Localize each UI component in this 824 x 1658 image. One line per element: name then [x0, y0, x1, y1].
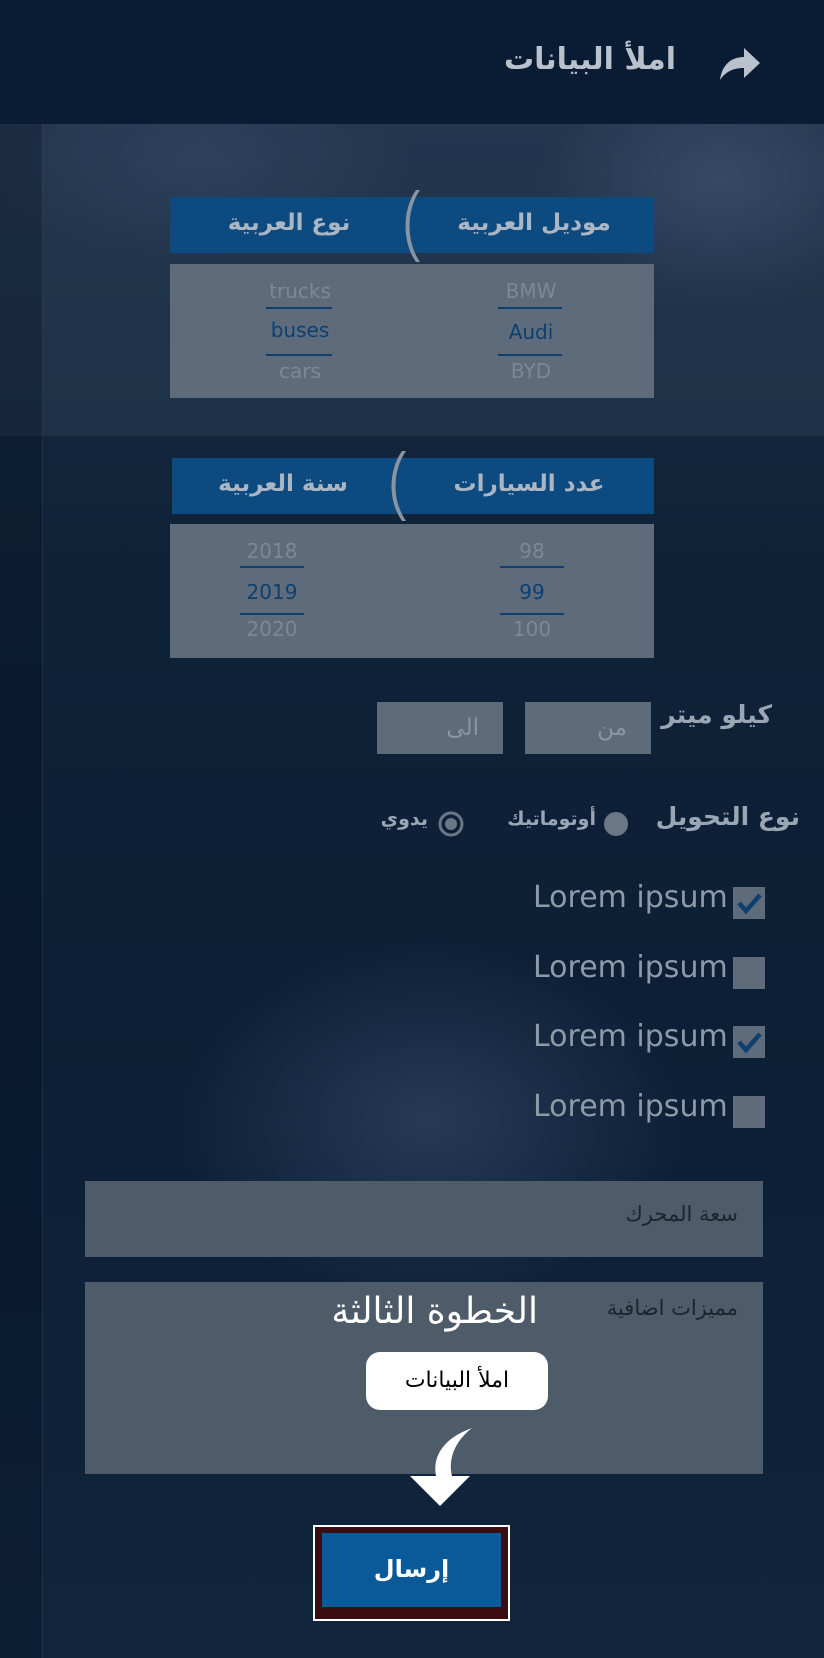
check-icon [737, 893, 762, 915]
divider-curve [405, 190, 420, 262]
km-to-input[interactable]: الى [377, 702, 503, 754]
km-label: كيلو ميتر [661, 700, 772, 729]
car-model-label: موديل العربية [457, 210, 611, 236]
car-count-label: عدد السيارات [453, 471, 605, 497]
radio-automatic-label[interactable]: أوتوماتيك [507, 808, 596, 830]
model-option[interactable]: BMW [491, 279, 571, 303]
feature-checkbox[interactable] [733, 1096, 765, 1128]
year-option[interactable]: 2018 [232, 539, 312, 563]
picker-line [266, 307, 332, 309]
model-option-selected[interactable]: Audi [491, 320, 571, 344]
radio-manual-icon[interactable] [438, 811, 464, 837]
share-forward-icon[interactable] [716, 44, 762, 84]
type-option[interactable]: cars [260, 359, 340, 383]
car-year-label: سنة العربية [218, 471, 348, 497]
picker-line [240, 613, 304, 615]
feature-label: Lorem ipsum [533, 1089, 728, 1124]
type-option-selected[interactable]: buses [260, 318, 340, 342]
header-bar [0, 0, 824, 124]
car-picker-wheel[interactable] [170, 264, 654, 398]
feature-label: Lorem ipsum [533, 1019, 728, 1054]
feature-checkbox[interactable] [733, 957, 765, 989]
page-title: املأ البيانات [503, 42, 676, 77]
tutorial-step-hint: املأ البيانات [366, 1352, 548, 1410]
model-option[interactable]: BYD [491, 359, 571, 383]
picker-line [498, 307, 562, 309]
feature-label: Lorem ipsum [533, 880, 728, 915]
curved-arrow-down-icon [410, 1428, 472, 1506]
feature-label: Lorem ipsum [533, 950, 728, 985]
feature-checkbox[interactable] [733, 887, 765, 919]
count-option[interactable]: 98 [492, 539, 572, 563]
picker-line [498, 354, 562, 356]
picker-line [500, 613, 564, 615]
divider-curve [391, 451, 406, 521]
km-from-input[interactable]: من [525, 702, 651, 754]
tutorial-step-title: الخطوة الثالثة [331, 1291, 538, 1332]
car-type-label: نوع العربية [227, 210, 351, 236]
picker-line [266, 354, 332, 356]
radio-manual-label[interactable]: يدوي [381, 808, 428, 830]
submit-button[interactable]: إرسال [322, 1533, 501, 1607]
check-icon [737, 1032, 762, 1054]
side-strip [0, 124, 43, 1658]
feature-checkbox[interactable] [733, 1026, 765, 1058]
count-option-selected[interactable]: 99 [492, 580, 572, 604]
radio-automatic-icon[interactable] [603, 811, 629, 837]
year-option[interactable]: 2020 [232, 617, 312, 641]
count-option[interactable]: 100 [492, 617, 572, 641]
type-option[interactable]: trucks [260, 279, 340, 303]
picker-line [500, 566, 564, 568]
transmission-label: نوع التحويل [655, 802, 800, 831]
picker-line [240, 566, 304, 568]
engine-capacity-placeholder: سعة المحرك [625, 1202, 739, 1226]
extra-features-placeholder: مميزات اضافية [606, 1296, 738, 1320]
year-option-selected[interactable]: 2019 [232, 580, 312, 604]
